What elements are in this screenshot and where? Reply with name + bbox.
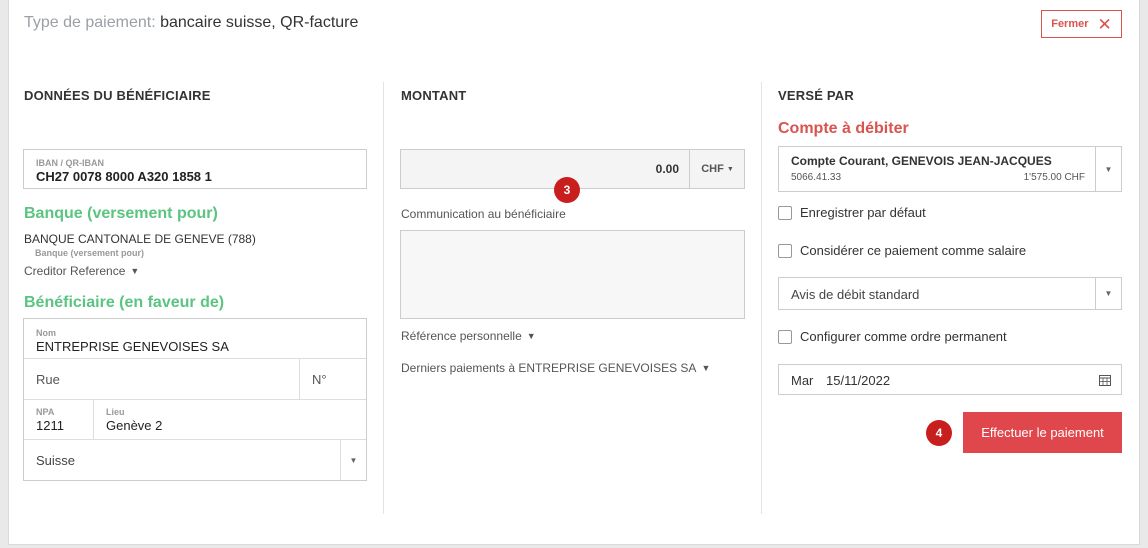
debit-account-select[interactable]: Compte Courant, GENEVOIS JEAN-JACQUES 50… — [778, 146, 1122, 192]
date-value: 15/11/2022 — [826, 373, 891, 388]
recipient-heading: Bénéficiaire (en faveur de) — [24, 294, 225, 311]
bank-sublabel: Banque (versement pour) — [35, 248, 145, 258]
debit-account-heading: Compte à débiter — [778, 120, 909, 137]
npa-field[interactable]: NPA 1211 — [24, 400, 94, 440]
number-placeholder: N° — [312, 372, 327, 387]
date-field[interactable]: Mar 15/11/2022 — [778, 364, 1122, 395]
checkbox-box[interactable] — [778, 205, 792, 220]
city-label: Lieu — [106, 407, 125, 417]
communication-label: Communication au bénéficiaire — [401, 207, 566, 221]
currency-select[interactable]: CHF ▼ — [691, 150, 744, 188]
last-payments-toggle[interactable]: Derniers paiements à ENTREPRISE GENEVOIS… — [401, 361, 710, 375]
personal-reference-toggle[interactable]: Référence personnelle ▼ — [401, 329, 536, 343]
account-number: 5066.41.33 — [791, 172, 842, 183]
paid-by-title: VERSÉ PAR — [778, 88, 854, 103]
checkbox-box[interactable] — [778, 329, 792, 344]
make-payment-button[interactable]: Effectuer le paiement — [963, 412, 1122, 453]
amount-value: 0.00 — [655, 162, 679, 176]
step-badge-4: 4 — [926, 420, 952, 446]
amount-title: MONTANT — [401, 88, 467, 103]
street-field[interactable]: Rue — [24, 359, 300, 400]
column-divider-2 — [761, 82, 762, 514]
last-payments-label: Derniers paiements à ENTREPRISE GENEVOIS… — [401, 361, 697, 375]
caret-down-icon: ▼ — [340, 440, 366, 480]
city-field[interactable]: Lieu Genève 2 — [94, 400, 366, 440]
date-day: Mar — [791, 373, 814, 388]
debit-notice-value: Avis de débit standard — [791, 287, 920, 302]
salary-label: Considérer ce paiement comme salaire — [800, 243, 1027, 258]
bank-name: BANQUE CANTONALE DE GENEVE (788) — [24, 232, 256, 246]
caret-down-icon: ▼ — [1095, 147, 1121, 191]
payment-type-value: bancaire suisse, QR-facture — [160, 14, 359, 31]
save-default-checkbox[interactable]: Enregistrer par défaut — [778, 205, 926, 220]
country-value: Suisse — [36, 453, 76, 468]
name-value: ENTREPRISE GENEVOISES SA — [36, 339, 229, 354]
street-placeholder: Rue — [36, 372, 60, 387]
chevron-down-icon: ▼ — [701, 363, 711, 373]
account-balance: 1'575.00 CHF — [1023, 172, 1085, 183]
npa-value: 1211 — [36, 418, 64, 433]
chevron-down-icon: ▼ — [130, 266, 140, 276]
creditor-reference-label: Creditor Reference — [24, 264, 126, 278]
checkbox-box[interactable] — [778, 243, 792, 258]
close-icon: ✕ — [1097, 14, 1112, 34]
country-select[interactable]: Suisse ▼ — [24, 440, 366, 480]
calendar-icon[interactable] — [1099, 374, 1111, 386]
payment-type-label: Type de paiement: — [24, 14, 156, 31]
debit-notice-select[interactable]: Avis de débit standard ▼ — [778, 277, 1122, 310]
communication-textarea[interactable] — [400, 230, 745, 319]
close-button[interactable]: Fermer ✕ — [1041, 10, 1122, 38]
recipient-address-box: Nom ENTREPRISE GENEVOISES SA Rue N° NPA … — [23, 318, 367, 481]
account-name: Compte Courant, GENEVOIS JEAN-JACQUES — [791, 154, 1052, 168]
name-field[interactable]: Nom ENTREPRISE GENEVOISES SA — [24, 319, 366, 359]
beneficiary-title: DONNÉES DU BÉNÉFICIAIRE — [24, 88, 211, 103]
column-divider-1 — [383, 82, 384, 514]
standing-order-label: Configurer comme ordre permanent — [800, 329, 1007, 344]
city-value: Genève 2 — [106, 418, 163, 433]
iban-value: CH27 0078 8000 A320 1858 1 — [36, 169, 212, 184]
name-label: Nom — [36, 328, 56, 338]
iban-label: IBAN / QR-IBAN — [36, 158, 104, 168]
chevron-down-icon: ▼ — [526, 331, 536, 341]
amount-input[interactable]: 0.00 — [401, 150, 690, 188]
currency-value: CHF — [701, 163, 724, 175]
npa-label: NPA — [36, 407, 55, 417]
payment-type: Type de paiement: bancaire suisse, QR-fa… — [24, 14, 358, 32]
creditor-reference-toggle[interactable]: Creditor Reference ▼ — [24, 264, 139, 278]
iban-field[interactable]: IBAN / QR-IBAN CH27 0078 8000 A320 1858 … — [23, 149, 367, 189]
salary-checkbox[interactable]: Considérer ce paiement comme salaire — [778, 243, 1026, 258]
step-badge-3: 3 — [554, 177, 580, 203]
save-default-label: Enregistrer par défaut — [800, 205, 926, 220]
bank-heading: Banque (versement pour) — [24, 205, 218, 222]
standing-order-checkbox[interactable]: Configurer comme ordre permanent — [778, 329, 1007, 344]
close-label: Fermer — [1051, 18, 1089, 30]
personal-reference-label: Référence personnelle — [401, 329, 522, 343]
number-field[interactable]: N° — [300, 359, 366, 400]
caret-down-icon: ▼ — [1095, 278, 1121, 309]
caret-down-icon: ▼ — [726, 165, 734, 173]
